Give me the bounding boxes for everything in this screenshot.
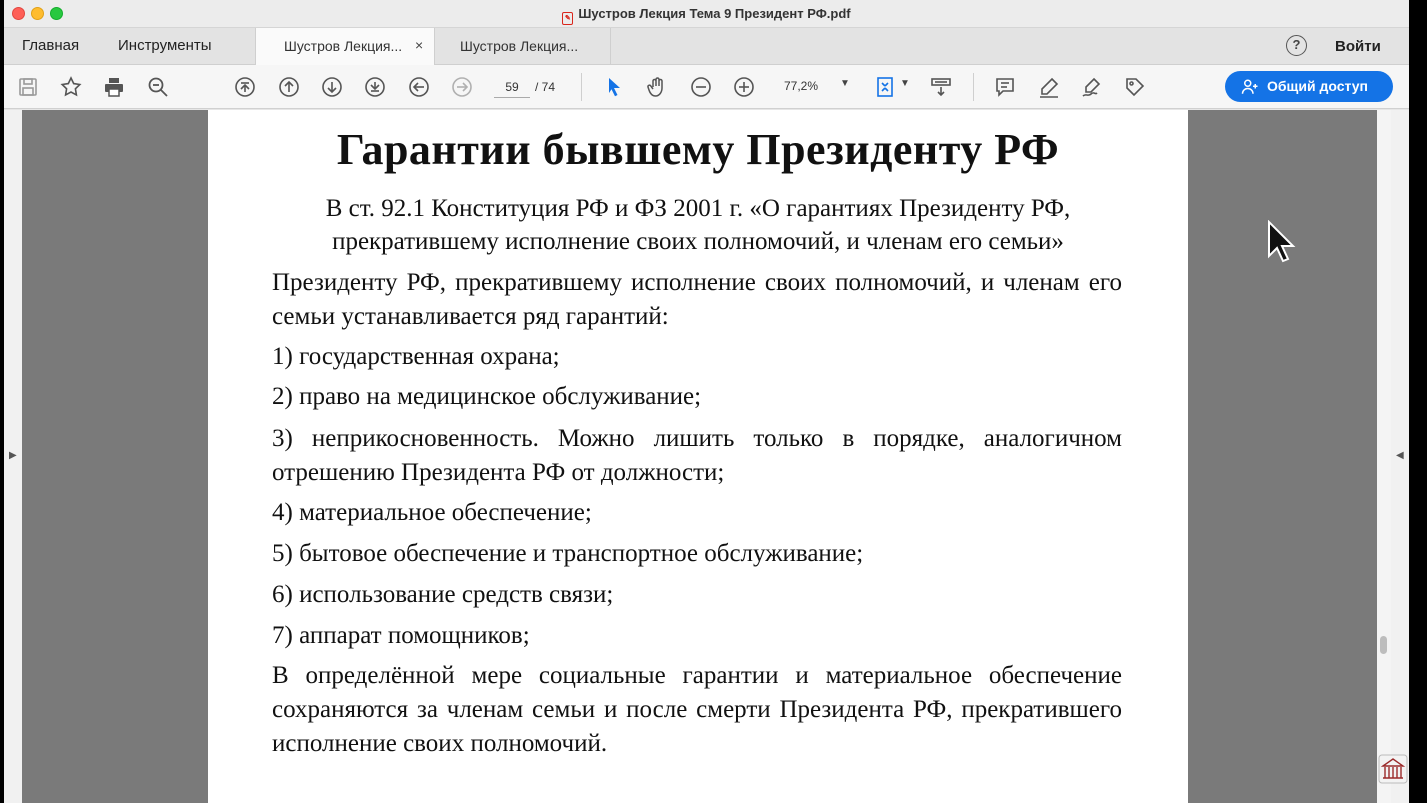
tab-bar: Главная Инструменты Шустров Лекция... × … bbox=[4, 28, 1409, 65]
watermark-logo-icon bbox=[1378, 754, 1408, 784]
close-tab-icon[interactable]: × bbox=[415, 37, 423, 53]
intro-line-2: прекратившему исполнение своих полномочи… bbox=[332, 228, 1064, 255]
intro-line-1: В ст. 92.1 Конституция РФ и ФЗ 2001 г. «… bbox=[325, 195, 1071, 222]
document-area[interactable]: ▶ Гарантии бывшему Президенту РФ В ст. 9… bbox=[4, 110, 1409, 803]
pdf-file-icon: ✎ bbox=[562, 12, 574, 25]
closing-paragraph: В определённой мере социальные гарантии … bbox=[272, 662, 1122, 757]
back-icon[interactable] bbox=[407, 75, 431, 99]
vertical-scrollbar[interactable] bbox=[1377, 110, 1391, 803]
list-item: 6) использование средств связи; bbox=[272, 581, 614, 608]
print-icon[interactable] bbox=[102, 75, 126, 99]
list-item: 3) неприкосновенность. Можно лишить толь… bbox=[272, 425, 1122, 486]
scroll-mode-icon[interactable] bbox=[929, 75, 953, 99]
list-item: 7) аппарат помощников; bbox=[272, 622, 530, 649]
share-user-icon bbox=[1241, 79, 1258, 94]
lead-paragraph: Президенту РФ, прекратившему исполнение … bbox=[272, 269, 1122, 330]
window-title-wrap: ✎ Шустров Лекция Тема 9 Президент РФ.pdf bbox=[4, 6, 1409, 25]
select-pointer-icon[interactable] bbox=[602, 75, 626, 99]
zoom-dropdown-icon[interactable]: ▼ bbox=[840, 78, 850, 89]
share-button[interactable]: Общий доступ bbox=[1225, 71, 1393, 102]
first-page-icon[interactable] bbox=[233, 75, 257, 99]
bookmark-star-icon[interactable] bbox=[59, 75, 83, 99]
toolbar-divider bbox=[581, 73, 582, 101]
zoom-search-icon[interactable] bbox=[146, 75, 170, 99]
scrollbar-thumb[interactable] bbox=[1380, 636, 1387, 654]
hand-icon[interactable] bbox=[645, 75, 669, 99]
left-panel-toggle[interactable]: ▶ bbox=[4, 110, 22, 803]
save-icon[interactable] bbox=[16, 75, 40, 99]
previous-page-icon[interactable] bbox=[277, 75, 301, 99]
page-heading: Гарантии бывшему Президенту РФ bbox=[336, 125, 1060, 174]
pdf-page: Гарантии бывшему Президенту РФ В ст. 92.… bbox=[208, 110, 1188, 803]
window-title: Шустров Лекция Тема 9 Президент РФ.pdf bbox=[578, 6, 851, 21]
toolbar: 59 / 74 77,2% ▼ ▼ Общий доступ bbox=[4, 65, 1409, 109]
zoom-in-icon[interactable] bbox=[732, 75, 756, 99]
document-tab-label: Шустров Лекция... bbox=[460, 38, 579, 54]
comment-icon[interactable] bbox=[993, 75, 1017, 99]
help-icon[interactable]: ? bbox=[1286, 35, 1307, 56]
page-total: / 74 bbox=[535, 80, 556, 94]
signin-button[interactable]: Войти bbox=[1335, 38, 1381, 55]
last-page-icon[interactable] bbox=[363, 75, 387, 99]
share-button-label: Общий доступ bbox=[1267, 78, 1368, 94]
list-item: 2) право на медицинское обслуживание; bbox=[272, 383, 702, 410]
zoom-out-icon[interactable] bbox=[689, 75, 713, 99]
page-number-input[interactable]: 59 bbox=[494, 76, 530, 98]
document-tab-active[interactable]: Шустров Лекция... × bbox=[255, 28, 435, 65]
fit-dropdown-icon[interactable]: ▼ bbox=[900, 78, 910, 89]
menu-home[interactable]: Главная bbox=[22, 37, 79, 54]
stamp-icon[interactable] bbox=[1123, 75, 1147, 99]
fit-page-icon[interactable] bbox=[874, 75, 898, 99]
right-panel-toggle[interactable]: ◀ bbox=[1391, 110, 1409, 803]
document-tab-label: Шустров Лекция... bbox=[284, 38, 403, 54]
document-tab[interactable]: Шустров Лекция... bbox=[435, 28, 611, 65]
mouse-cursor-icon bbox=[1268, 220, 1296, 263]
next-page-icon[interactable] bbox=[320, 75, 344, 99]
expand-right-icon[interactable]: ◀ bbox=[1396, 450, 1404, 461]
forward-icon[interactable] bbox=[450, 75, 474, 99]
menu-tools[interactable]: Инструменты bbox=[118, 37, 212, 54]
list-item: 4) материальное обеспечение; bbox=[272, 499, 592, 526]
list-item: 5) бытовое обеспечение и транспортное об… bbox=[272, 540, 864, 567]
expand-left-icon[interactable]: ▶ bbox=[9, 450, 17, 461]
pdf-viewer-window: ✎ Шустров Лекция Тема 9 Президент РФ.pdf … bbox=[4, 0, 1409, 803]
sign-icon[interactable] bbox=[1080, 75, 1104, 99]
title-bar: ✎ Шустров Лекция Тема 9 Президент РФ.pdf bbox=[4, 0, 1409, 28]
zoom-level[interactable]: 77,2% bbox=[784, 79, 818, 93]
list-item: 1) государственная охрана; bbox=[272, 343, 560, 370]
highlight-pen-icon[interactable] bbox=[1037, 75, 1061, 99]
toolbar-divider bbox=[973, 73, 974, 101]
